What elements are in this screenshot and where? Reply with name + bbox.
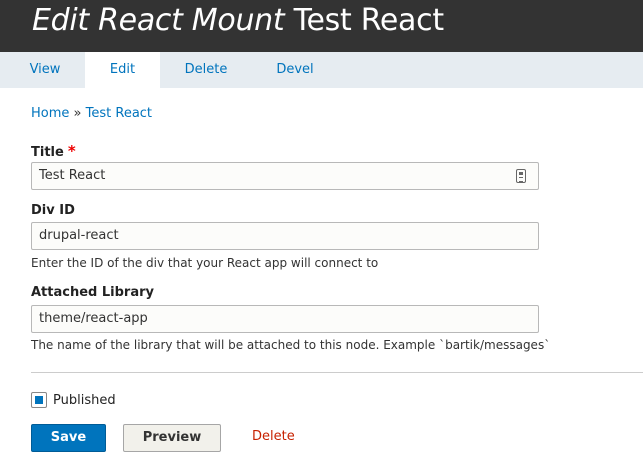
tab-devel[interactable]: Devel [264,52,326,88]
primary-tabs: View Edit Delete Devel [0,52,643,88]
save-button[interactable]: Save [31,424,106,452]
tab-edit[interactable]: Edit [85,52,160,88]
attached-library-input[interactable]: theme/react-app [31,305,539,333]
breadcrumb: Home » Test React [31,105,152,123]
page-title-action: Edit React Mount [32,3,285,38]
form-divider [31,372,643,373]
page-title-node: Test React [293,3,445,38]
breadcrumb-current-link[interactable]: Test React [86,106,152,121]
published-label[interactable]: Published [53,392,116,409]
breadcrumb-home-link[interactable]: Home [31,106,69,121]
breadcrumb-separator: » [73,106,82,121]
tab-delete[interactable]: Delete [172,52,240,88]
page-title: Edit React Mount Test React [32,2,444,40]
tab-view[interactable]: View [18,52,72,88]
title-label-text: Title [31,145,64,160]
password-manager-icon[interactable] [516,169,526,183]
title-input[interactable]: Test React [31,162,539,190]
delete-link[interactable]: Delete [252,424,295,452]
preview-button[interactable]: Preview [123,424,221,452]
div-id-input[interactable]: drupal-react [31,222,539,250]
title-label: Title * [31,142,76,160]
div-id-input-value: drupal-react [39,228,119,243]
required-marker: * [67,142,76,160]
published-checkbox[interactable] [31,392,47,408]
checkbox-checked-mark [35,396,43,404]
div-id-label: Div ID [31,203,75,218]
div-id-description: Enter the ID of the div that your React … [31,256,379,270]
title-input-value: Test React [39,168,106,183]
attached-library-input-value: theme/react-app [39,311,148,326]
page-header: Edit React Mount Test React [0,0,643,52]
attached-library-description: The name of the library that will be att… [31,338,551,352]
attached-library-label: Attached Library [31,285,154,300]
